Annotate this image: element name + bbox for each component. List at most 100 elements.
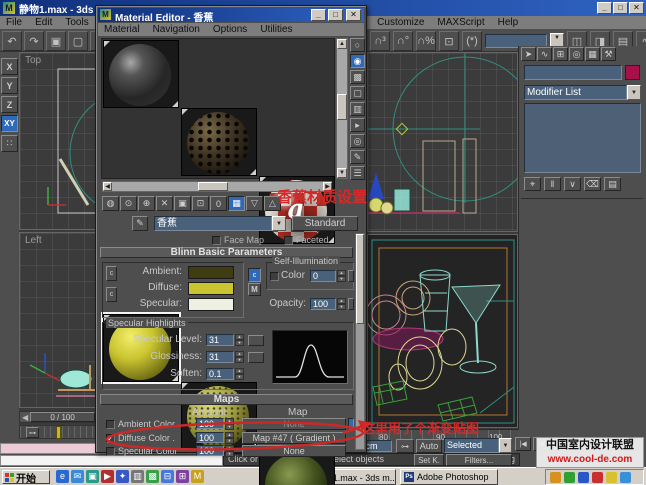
scroll-thumb[interactable] xyxy=(337,94,347,120)
viewport-top[interactable]: Top xyxy=(19,52,96,230)
selection-filter-arrow-icon[interactable]: ▼ xyxy=(499,438,512,453)
glossiness-map-button[interactable] xyxy=(248,352,264,363)
background-button[interactable]: ▩ xyxy=(350,70,365,84)
main-maximize-button[interactable]: □ xyxy=(613,2,628,14)
soften-spinner[interactable]: ▲▼ xyxy=(235,368,244,380)
diffuse-color-swatch[interactable] xyxy=(188,282,234,295)
sample-type-button[interactable]: ○ xyxy=(350,38,365,52)
self-illum-map-button[interactable] xyxy=(348,270,354,282)
keyboard-override-icon[interactable]: (*) xyxy=(462,31,482,51)
menu-file[interactable]: File xyxy=(6,17,22,28)
self-illum-spinner[interactable]: ▲▼ xyxy=(337,270,346,282)
me-menu-navigation[interactable]: Navigation xyxy=(153,24,200,35)
messenger-icon[interactable]: ✦ xyxy=(116,470,129,483)
network-tray-icon[interactable] xyxy=(578,472,589,483)
pin-stack-button[interactable]: ⌖ xyxy=(524,177,541,191)
track-bar-frame-marker[interactable] xyxy=(56,426,61,439)
sample-uv-tiling-button[interactable]: ▢ xyxy=(350,86,365,100)
snap-flyout-icon[interactable]: ∷ xyxy=(1,135,18,152)
tab-hierarchy[interactable]: ⊞ xyxy=(553,47,568,61)
self-illum-value-field[interactable]: 0 xyxy=(310,270,336,282)
me-maximize-button[interactable]: □ xyxy=(328,9,343,21)
menu-edit[interactable]: Edit xyxy=(35,17,52,28)
grid-app-icon[interactable]: ⊞ xyxy=(176,470,189,483)
modifier-stack-list[interactable] xyxy=(524,103,641,173)
diffuse-specular-lock-button[interactable]: c xyxy=(106,287,117,302)
object-color-swatch[interactable] xyxy=(625,65,640,80)
percent-snap-icon[interactable]: ∩% xyxy=(416,31,436,51)
get-material-button[interactable]: ◍ xyxy=(102,196,119,211)
specular-level-spinner[interactable]: ▲▼ xyxy=(235,334,244,346)
remove-modifier-button[interactable]: ⌫ xyxy=(584,177,601,191)
material-editor-titlebar[interactable]: M Material Editor - 香蕉 _ □ ✕ xyxy=(98,8,364,22)
material-options-button[interactable]: ◎ xyxy=(350,134,365,148)
scroll-up-icon[interactable]: ▲ xyxy=(337,39,347,49)
show-desktop-icon[interactable]: ▣ xyxy=(86,470,99,483)
max-quicklaunch-icon[interactable]: M xyxy=(191,470,204,483)
time-slider-left-arrow-icon[interactable]: ◀ xyxy=(20,413,30,422)
track-key-mode-button[interactable]: ⊶ xyxy=(26,427,39,438)
object-name-field[interactable] xyxy=(524,65,622,80)
opacity-value-field[interactable]: 100 xyxy=(310,298,336,310)
folder-icon[interactable]: ▥ xyxy=(131,470,144,483)
show-end-result-button[interactable]: ‖ xyxy=(544,177,561,191)
rollout-scroll-thumb[interactable] xyxy=(356,234,364,324)
scroll-left-icon[interactable]: ◀ xyxy=(103,182,112,191)
tab-utilities[interactable]: ⚒ xyxy=(601,47,616,61)
undo-button[interactable]: ↶ xyxy=(2,31,22,51)
material-sample-slot-2[interactable] xyxy=(181,108,257,176)
make-unique-button[interactable]: ∨ xyxy=(564,177,581,191)
material-map-navigator-button[interactable]: ☰ xyxy=(350,166,365,180)
axis-xy-button[interactable]: XY xyxy=(1,115,18,132)
axis-x-button[interactable]: X xyxy=(1,58,18,75)
update-tray-icon[interactable] xyxy=(606,472,617,483)
sample-vertical-scrollbar[interactable]: ▲ ▼ xyxy=(336,38,348,179)
volume-tray-icon[interactable] xyxy=(550,472,561,483)
messenger-tray-icon[interactable] xyxy=(564,472,575,483)
assign-material-to-selection-button[interactable]: ⊕ xyxy=(138,196,155,211)
me-minimize-button[interactable]: _ xyxy=(311,9,326,21)
track-bar[interactable]: ⊶ xyxy=(19,425,96,439)
specular-level-map-button[interactable] xyxy=(248,335,264,346)
material-sample-slot-1[interactable] xyxy=(103,40,179,108)
redo-button[interactable]: ↷ xyxy=(24,31,44,51)
opacity-map-button[interactable] xyxy=(348,298,354,310)
face-map-checkbox[interactable] xyxy=(212,236,221,245)
specular-level-field[interactable]: 31 xyxy=(206,334,234,346)
me-close-button[interactable]: ✕ xyxy=(346,9,361,21)
show-end-result-toggle[interactable]: ▽ xyxy=(246,196,263,211)
axis-z-button[interactable]: Z xyxy=(1,96,18,113)
put-to-library-button[interactable]: ⊡ xyxy=(192,196,209,211)
menu-help[interactable]: Help xyxy=(498,17,519,28)
me-menu-material[interactable]: Material xyxy=(104,24,140,35)
main-close-button[interactable]: ✕ xyxy=(629,2,644,14)
glossiness-spinner[interactable]: ▲▼ xyxy=(235,351,244,363)
filters-button[interactable]: Filters... xyxy=(446,454,512,466)
unlink-selection-button[interactable]: ▢ xyxy=(68,31,88,51)
ambient-diffuse-lock-button[interactable]: c xyxy=(106,266,117,281)
ambient-color-swatch[interactable] xyxy=(188,266,234,279)
ambient-diffuse-link-button[interactable]: c xyxy=(248,268,261,282)
pick-material-from-object-button[interactable]: ✎ xyxy=(132,216,148,231)
reset-map-button[interactable]: ✕ xyxy=(156,196,173,211)
set-key-button[interactable]: Set K. xyxy=(414,454,444,466)
select-by-material-button[interactable]: ✎ xyxy=(350,150,365,164)
show-map-in-viewport-button[interactable]: ▦ xyxy=(228,196,245,211)
spinner-snap-icon[interactable]: ⊡ xyxy=(439,31,459,51)
opacity-spinner[interactable]: ▲▼ xyxy=(337,298,346,310)
viewport-left[interactable]: Left xyxy=(19,232,96,408)
viewport-camera[interactable] xyxy=(367,234,518,428)
go-to-start-button[interactable]: |◀ xyxy=(515,437,531,451)
material-type-button[interactable]: Standard xyxy=(292,216,358,231)
video-color-check-button[interactable]: ▥ xyxy=(350,102,365,116)
tab-modify[interactable]: ∿ xyxy=(537,47,552,61)
material-name-arrow-icon[interactable]: ▼ xyxy=(272,216,286,231)
antivirus-tray-icon[interactable] xyxy=(592,472,603,483)
start-button[interactable]: 开始 xyxy=(2,470,50,484)
me-menu-options[interactable]: Options xyxy=(213,24,247,35)
make-preview-button[interactable]: ▸ xyxy=(350,118,365,132)
menu-tools[interactable]: Tools xyxy=(65,17,88,28)
make-material-copy-button[interactable]: ▣ xyxy=(174,196,191,211)
tab-create[interactable]: ➤ xyxy=(521,47,536,61)
specular-color-swatch[interactable] xyxy=(188,298,234,311)
